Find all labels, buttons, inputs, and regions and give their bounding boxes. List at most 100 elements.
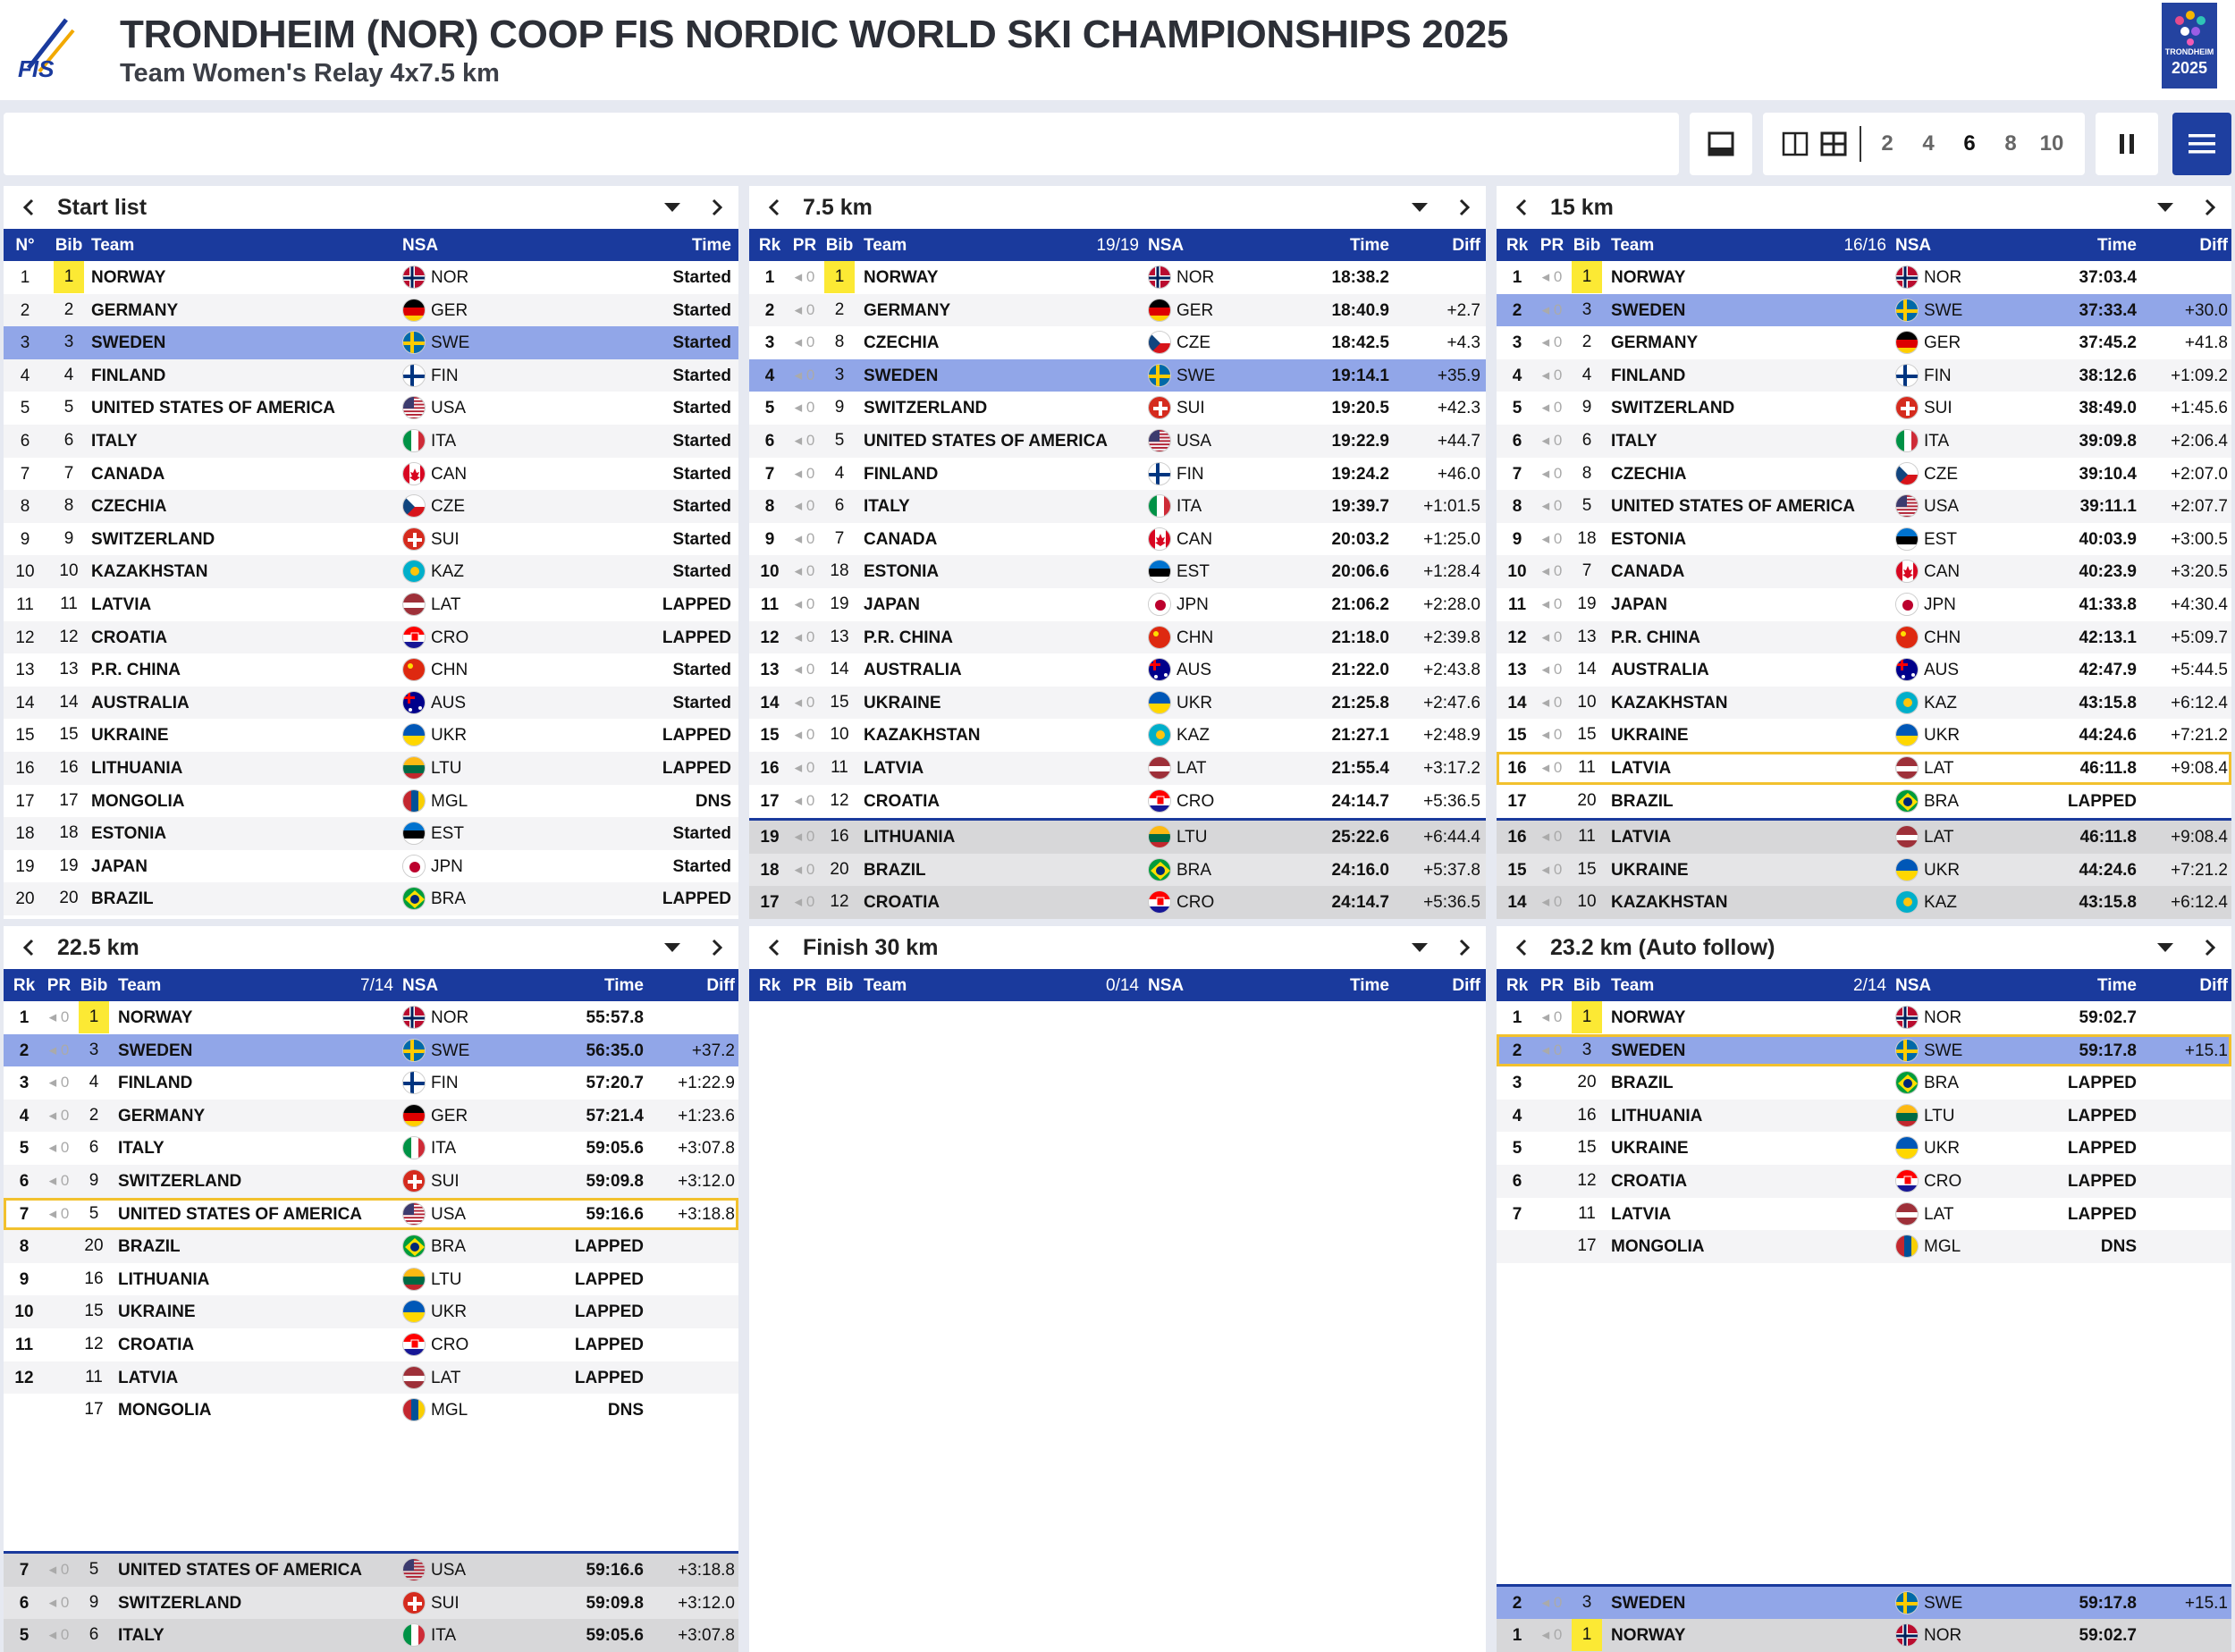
table-row[interactable]: 17 ◂ 0 12 CROATIA CRO 24:14.7 +5:36.5 bbox=[749, 785, 1486, 818]
table-row[interactable]: 7 ◂ 0 4 FINLAND FIN 19:24.2 +46.0 bbox=[749, 458, 1486, 491]
table-row[interactable]: 16 16 LITHUANIA LTU LAPPED bbox=[4, 752, 738, 785]
layout-8-button[interactable]: 8 bbox=[1990, 131, 2031, 156]
table-row[interactable]: 7 11 LATVIA LAT LAPPED bbox=[1497, 1198, 2231, 1231]
table-row[interactable]: 3 3 SWEDEN SWE Started bbox=[4, 326, 738, 359]
layout-6-button[interactable]: 6 bbox=[1949, 131, 1990, 156]
table-row[interactable]: 17 MONGOLIA MGL DNS bbox=[4, 1394, 738, 1427]
table-row[interactable]: 15 15 UKRAINE UKR LAPPED bbox=[4, 719, 738, 752]
table-row[interactable]: 4 ◂ 0 4 FINLAND FIN 38:12.6 +1:09.2 bbox=[1497, 358, 2231, 392]
previous-split-button[interactable] bbox=[9, 186, 48, 229]
table-row[interactable]: 10 ◂ 0 7 CANADA CAN 40:23.9 +3:20.5 bbox=[1497, 555, 2231, 588]
table-row[interactable]: 5 5 UNITED STATES OF AMERICA USA Started bbox=[4, 392, 738, 425]
table-row[interactable]: 17 20 BRAZIL BRA LAPPED bbox=[1497, 785, 2231, 818]
table-row[interactable]: 1 ◂ 0 1 NORWAY NOR 59:02.7 bbox=[1497, 1001, 2231, 1034]
single-view-button[interactable] bbox=[1690, 113, 1752, 175]
table-row[interactable]: 15 ◂ 0 10 KAZAKHSTAN KAZ 21:27.1 +2:48.9 bbox=[749, 719, 1486, 752]
table-row[interactable]: 1 ◂ 0 1 NORWAY NOR 59:02.7 bbox=[1497, 1619, 2231, 1652]
table-row[interactable]: 14 14 AUSTRALIA AUS Started bbox=[4, 686, 738, 720]
next-split-button[interactable] bbox=[2190, 926, 2230, 969]
table-row[interactable]: 16 ◂ 0 11 LATVIA LAT 46:11.8 +9:08.4 bbox=[1497, 752, 2231, 785]
next-split-button[interactable] bbox=[1445, 926, 1484, 969]
table-row[interactable]: 16 ◂ 0 11 LATVIA LAT 21:55.4 +3:17.2 bbox=[749, 752, 1486, 785]
grid-layout-button[interactable] bbox=[1813, 131, 1854, 156]
table-row[interactable]: 13 13 P.R. CHINA CHN Started bbox=[4, 653, 738, 687]
next-split-button[interactable] bbox=[2190, 186, 2230, 229]
table-row[interactable]: 4 16 LITHUANIA LTU LAPPED bbox=[1497, 1099, 2231, 1133]
table-row[interactable]: 5 ◂ 0 9 SWITZERLAND SUI 19:20.5 +42.3 bbox=[749, 392, 1486, 425]
table-row[interactable]: 14 ◂ 0 15 UKRAINE UKR 21:25.8 +2:47.6 bbox=[749, 686, 1486, 720]
previous-split-button[interactable] bbox=[9, 926, 48, 969]
table-row[interactable]: 13 ◂ 0 14 AUSTRALIA AUS 42:47.9 +5:44.5 bbox=[1497, 653, 2231, 687]
split-dropdown-button[interactable] bbox=[2146, 926, 2185, 969]
table-row[interactable]: 9 ◂ 0 7 CANADA CAN 20:03.2 +1:25.0 bbox=[749, 523, 1486, 556]
table-row[interactable]: 6 12 CROATIA CRO LAPPED bbox=[1497, 1165, 2231, 1198]
table-row[interactable]: 15 ◂ 0 15 UKRAINE UKR 44:24.6 +7:21.2 bbox=[1497, 719, 2231, 752]
table-row[interactable]: 7 ◂ 0 8 CZECHIA CZE 39:10.4 +2:07.0 bbox=[1497, 458, 2231, 491]
split-dropdown-button[interactable] bbox=[2146, 186, 2185, 229]
table-row[interactable]: 6 ◂ 0 5 UNITED STATES OF AMERICA USA 19:22.9 +… bbox=[749, 425, 1486, 458]
table-row[interactable]: 3 ◂ 0 2 GERMANY GER 37:45.2 +41.8 bbox=[1497, 326, 2231, 359]
table-row[interactable]: 11 11 LATVIA LAT LAPPED bbox=[4, 588, 738, 621]
table-row[interactable]: 2 ◂ 0 2 GERMANY GER 18:40.9 +2.7 bbox=[749, 293, 1486, 327]
table-row[interactable]: 11 ◂ 0 19 JAPAN JPN 21:06.2 +2:28.0 bbox=[749, 588, 1486, 621]
next-split-button[interactable] bbox=[697, 186, 737, 229]
table-row[interactable]: 9 16 LITHUANIA LTU LAPPED bbox=[4, 1263, 738, 1296]
table-row[interactable]: 6 6 ITALY ITA Started bbox=[4, 425, 738, 458]
table-row[interactable]: 2 ◂ 0 3 SWEDEN SWE 59:17.8 +15.1 bbox=[1497, 1586, 2231, 1620]
table-row[interactable]: 1 ◂ 0 1 NORWAY NOR 55:57.8 bbox=[4, 1001, 738, 1034]
split-dropdown-button[interactable] bbox=[1400, 186, 1439, 229]
table-row[interactable]: 2 ◂ 0 3 SWEDEN SWE 37:33.4 +30.0 bbox=[1497, 293, 2231, 327]
table-row[interactable]: 9 ◂ 0 18 ESTONIA EST 40:03.9 +3:00.5 bbox=[1497, 523, 2231, 556]
next-split-button[interactable] bbox=[1445, 186, 1484, 229]
table-row[interactable]: 14 ◂ 0 10 KAZAKHSTAN KAZ 43:15.8 +6:12.4 bbox=[1497, 886, 2231, 919]
table-row[interactable]: 6 ◂ 0 6 ITALY ITA 39:09.8 +2:06.4 bbox=[1497, 425, 2231, 458]
layout-10-button[interactable]: 10 bbox=[2031, 131, 2072, 156]
table-row[interactable]: 12 ◂ 0 13 P.R. CHINA CHN 42:13.1 +5:09.7 bbox=[1497, 620, 2231, 654]
menu-button[interactable] bbox=[2172, 113, 2231, 175]
table-row[interactable]: 4 ◂ 0 2 GERMANY GER 57:21.4 +1:23.6 bbox=[4, 1099, 738, 1133]
table-row[interactable]: 4 ◂ 0 3 SWEDEN SWE 19:14.1 +35.9 bbox=[749, 358, 1486, 392]
previous-split-button[interactable] bbox=[1502, 926, 1541, 969]
table-row[interactable]: 17 MONGOLIA MGL DNS bbox=[1497, 1230, 2231, 1263]
table-row[interactable]: 12 ◂ 0 13 P.R. CHINA CHN 21:18.0 +2:39.8 bbox=[749, 620, 1486, 654]
table-row[interactable]: 8 ◂ 0 6 ITALY ITA 19:39.7 +1:01.5 bbox=[749, 490, 1486, 523]
table-row[interactable]: 11 12 CROATIA CRO LAPPED bbox=[4, 1328, 738, 1361]
table-row[interactable]: 2 2 GERMANY GER Started bbox=[4, 293, 738, 327]
table-row[interactable]: 5 15 UKRAINE UKR LAPPED bbox=[1497, 1132, 2231, 1165]
previous-split-button[interactable] bbox=[1502, 186, 1541, 229]
table-row[interactable]: 15 ◂ 0 15 UKRAINE UKR 44:24.6 +7:21.2 bbox=[1497, 853, 2231, 887]
table-row[interactable]: 3 ◂ 0 8 CZECHIA CZE 18:42.5 +4.3 bbox=[749, 326, 1486, 359]
table-row[interactable]: 8 20 BRAZIL BRA LAPPED bbox=[4, 1230, 738, 1263]
table-row[interactable]: 7 ◂ 0 5 UNITED STATES OF AMERICA USA 59:16.6 +… bbox=[4, 1554, 738, 1587]
pause-button[interactable] bbox=[2096, 113, 2158, 175]
layout-4-button[interactable]: 4 bbox=[1908, 131, 1949, 156]
two-column-layout-button[interactable] bbox=[1777, 131, 1813, 156]
table-row[interactable]: 20 20 BRAZIL BRA LAPPED bbox=[4, 882, 738, 915]
split-dropdown-button[interactable] bbox=[1400, 926, 1439, 969]
table-row[interactable]: 5 ◂ 0 6 ITALY ITA 59:05.6 +3:07.8 bbox=[4, 1619, 738, 1652]
previous-split-button[interactable] bbox=[755, 186, 794, 229]
table-row[interactable]: 10 ◂ 0 18 ESTONIA EST 20:06.6 +1:28.4 bbox=[749, 555, 1486, 588]
previous-split-button[interactable] bbox=[755, 926, 794, 969]
table-row[interactable]: 7 7 CANADA CAN Started bbox=[4, 458, 738, 491]
table-row[interactable]: 10 10 KAZAKHSTAN KAZ Started bbox=[4, 555, 738, 588]
table-row[interactable]: 4 4 FINLAND FIN Started bbox=[4, 358, 738, 392]
table-row[interactable]: 5 ◂ 0 6 ITALY ITA 59:05.6 +3:07.8 bbox=[4, 1132, 738, 1165]
table-row[interactable]: 8 ◂ 0 5 UNITED STATES OF AMERICA USA 39:11.1 +… bbox=[1497, 490, 2231, 523]
split-dropdown-button[interactable] bbox=[653, 186, 692, 229]
layout-2-button[interactable]: 2 bbox=[1867, 131, 1908, 156]
table-row[interactable]: 12 12 CROATIA CRO LAPPED bbox=[4, 620, 738, 654]
table-row[interactable]: 1 ◂ 0 1 NORWAY NOR 18:38.2 bbox=[749, 261, 1486, 294]
table-row[interactable]: 18 18 ESTONIA EST Started bbox=[4, 817, 738, 850]
table-row[interactable]: 19 19 JAPAN JPN Started bbox=[4, 850, 738, 883]
table-row[interactable]: 12 11 LATVIA LAT LAPPED bbox=[4, 1361, 738, 1395]
table-row[interactable]: 1 ◂ 0 1 NORWAY NOR 37:03.4 bbox=[1497, 261, 2231, 294]
table-row[interactable]: 11 ◂ 0 19 JAPAN JPN 41:33.8 +4:30.4 bbox=[1497, 588, 2231, 621]
next-split-button[interactable] bbox=[697, 926, 737, 969]
table-row[interactable]: 14 ◂ 0 10 KAZAKHSTAN KAZ 43:15.8 +6:12.4 bbox=[1497, 686, 2231, 720]
table-row[interactable]: 2 ◂ 0 3 SWEDEN SWE 56:35.0 +37.2 bbox=[4, 1033, 738, 1067]
table-row[interactable]: 9 9 SWITZERLAND SUI Started bbox=[4, 523, 738, 556]
table-row[interactable]: 17 17 MONGOLIA MGL DNS bbox=[4, 785, 738, 818]
table-row[interactable]: 2 ◂ 0 3 SWEDEN SWE 59:17.8 +15.1 bbox=[1497, 1033, 2231, 1067]
table-row[interactable]: 10 15 UKRAINE UKR LAPPED bbox=[4, 1295, 738, 1328]
